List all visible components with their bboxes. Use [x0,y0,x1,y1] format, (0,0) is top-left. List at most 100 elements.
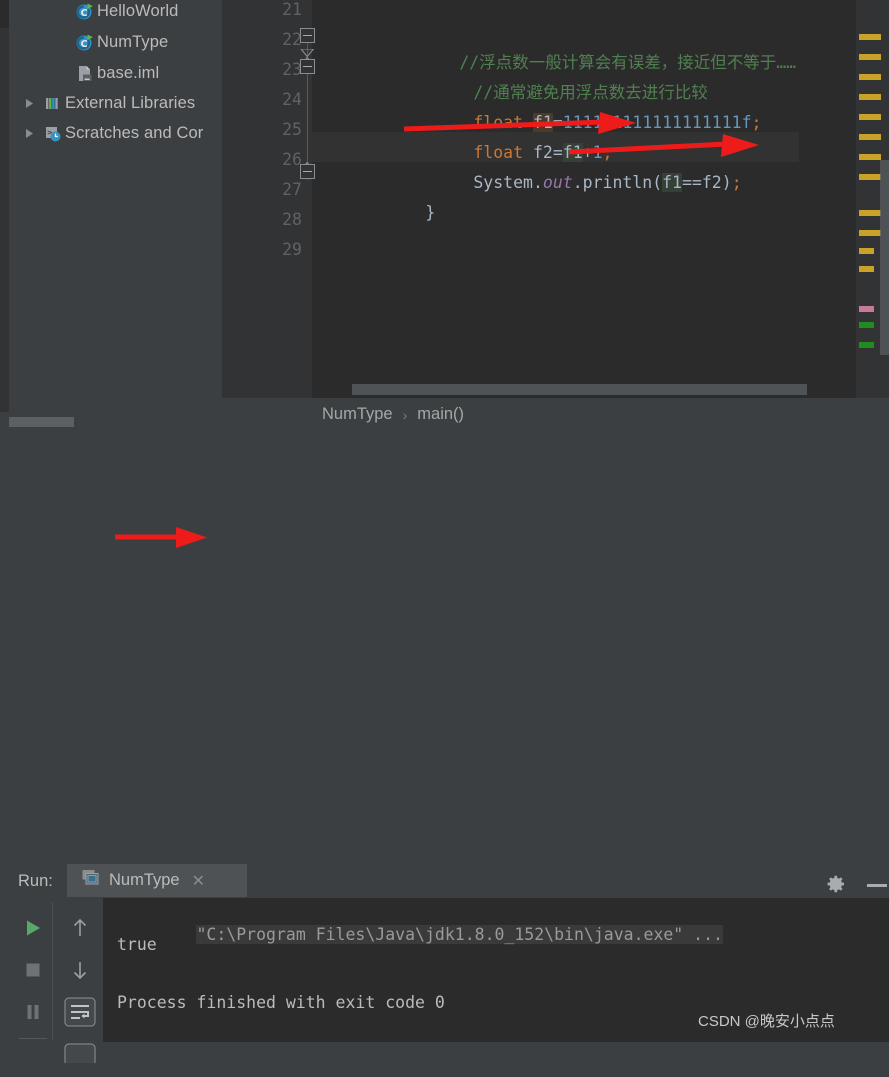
breadcrumb-class[interactable]: NumType [322,405,393,424]
line-number: 29 [282,240,302,259]
code-paren-open: ( [652,173,663,192]
tree-item-label: HelloWorld [97,1,179,20]
chevron-right-icon[interactable] [19,98,39,109]
line-number: 26 [282,150,302,169]
warning-marker[interactable] [859,248,874,254]
run-toolbar-right [56,900,103,1071]
left-tool-strip-top [0,0,9,28]
code-text-area[interactable]: //浮点数一般计算会有误差，接近但不等于…… //通常避免用浮点数去进行比较 f… [312,0,889,380]
svg-text:C: C [80,38,87,49]
breadcrumb-separator-icon: › [402,406,408,423]
close-icon[interactable]: ✕ [192,871,205,891]
annotation-arrow-2 [568,134,759,157]
warning-marker[interactable] [859,94,881,100]
tree-item-label: base.iml [97,63,160,82]
code-dot: . [572,173,583,192]
tree-item-label: NumType [97,32,169,51]
pause-icon [24,1003,42,1026]
run-configuration-icon [81,869,101,892]
editor-horizontal-scrollbar[interactable] [312,382,889,396]
minimize-icon[interactable] [867,884,887,887]
warning-marker[interactable] [859,210,881,216]
line-number: 25 [282,120,302,139]
rerun-button[interactable] [9,908,56,952]
code-class-system: System [473,173,533,192]
soft-wrap-icon [63,996,96,1032]
code-paren-close: ) [721,173,732,192]
breadcrumb[interactable]: NumType › main() [322,405,464,424]
libraries-icon [39,94,65,113]
project-tree-panel[interactable]: C HelloWorld C NumType base.iml External… [9,0,222,412]
scratches-icon: >_ [39,124,65,143]
code-semicolon: ; [731,173,742,192]
arrow-down-icon [71,960,89,985]
run-toolbar-left [9,900,56,1042]
gear-icon[interactable] [824,872,848,901]
breadcrumb-bar: NumType › main() [222,398,889,430]
intellij-idea-window: C HelloWorld C NumType base.iml External… [0,0,889,1071]
warning-marker[interactable] [859,154,881,160]
soft-wrap-button[interactable] [56,992,103,1036]
toolbar-divider [19,1038,47,1039]
code-var-f1-usage: f1 [662,173,682,192]
left-tool-strip [0,0,9,412]
line-number: 23 [282,60,302,79]
warning-marker[interactable] [859,174,881,180]
warning-marker[interactable] [859,230,881,236]
line-number: 27 [282,180,302,199]
iml-file-icon [71,64,97,83]
console-command-line: "C:\Program Files\Java\jdk1.8.0_152\bin\… [196,925,723,944]
added-line-marker[interactable] [859,322,874,328]
warning-marker[interactable] [859,266,874,272]
toolbar-separator [52,902,53,1040]
code-method-println: println [582,173,653,192]
run-panel-title: Run: [18,872,53,890]
tree-item-base-iml[interactable]: base.iml [71,58,159,88]
code-var-f2-usage: f2 [701,173,722,192]
line-number: 28 [282,210,302,229]
annotation-arrow-3 [115,527,207,548]
chevron-right-icon[interactable] [19,128,39,139]
breadcrumb-method[interactable]: main() [417,405,464,424]
run-tab-numtype[interactable]: NumType ✕ [67,864,247,897]
play-icon [23,918,43,943]
warning-marker[interactable] [859,34,881,40]
scroll-end-icon [63,1042,96,1071]
tree-item-numtype[interactable]: C NumType [71,27,168,57]
line-number: 22 [282,30,302,49]
prev-occurrence-button[interactable] [56,908,103,952]
warning-marker[interactable] [859,54,881,60]
code-dot: . [532,173,543,192]
console-exit-line: Process finished with exit code 0 [117,993,445,1012]
svg-text:C: C [80,7,87,18]
pause-button[interactable] [9,992,56,1036]
scrollbar-thumb[interactable] [352,384,807,395]
scroll-to-end-button[interactable] [56,1033,103,1077]
tree-item-external-libraries[interactable]: External Libraries [19,88,195,118]
warning-marker[interactable] [859,114,881,120]
change-marker[interactable] [859,306,874,312]
java-class-runnable-icon: C [71,2,97,21]
code-field-out: out [542,173,573,192]
run-tool-window: Run: NumType ✕ "C:\Program Files\Java\jd… [0,430,889,1071]
stop-button[interactable] [9,950,56,994]
next-occurrence-button[interactable] [56,950,103,994]
line-number: 24 [282,90,302,109]
watermark: CSDN @晚安小点点 [698,1013,835,1030]
added-line-marker[interactable] [859,342,874,348]
tree-item-label: External Libraries [65,93,196,112]
editor-vertical-scrollbar[interactable] [880,160,889,355]
warning-marker[interactable] [859,74,881,80]
warning-marker[interactable] [859,134,881,140]
tool-window-resize-handle[interactable] [9,417,74,427]
console-output-line: true [117,935,157,954]
tree-item-helloworld[interactable]: C HelloWorld [71,0,178,26]
editor-gutter[interactable]: 21 22 23 24 25 26 27 28 29 [222,0,315,412]
editor-area: C HelloWorld C NumType base.iml External… [0,0,889,412]
tree-item-scratches[interactable]: >_ Scratches and Cor [19,118,203,148]
code-closing-brace: } [425,203,436,222]
editor-marker-gutter[interactable] [856,0,889,412]
code-editor[interactable]: 21 22 23 24 25 26 27 28 29 //浮点数一般计算会有误差… [222,0,889,412]
java-class-runnable-icon: C [71,33,97,52]
stop-icon [24,961,42,984]
